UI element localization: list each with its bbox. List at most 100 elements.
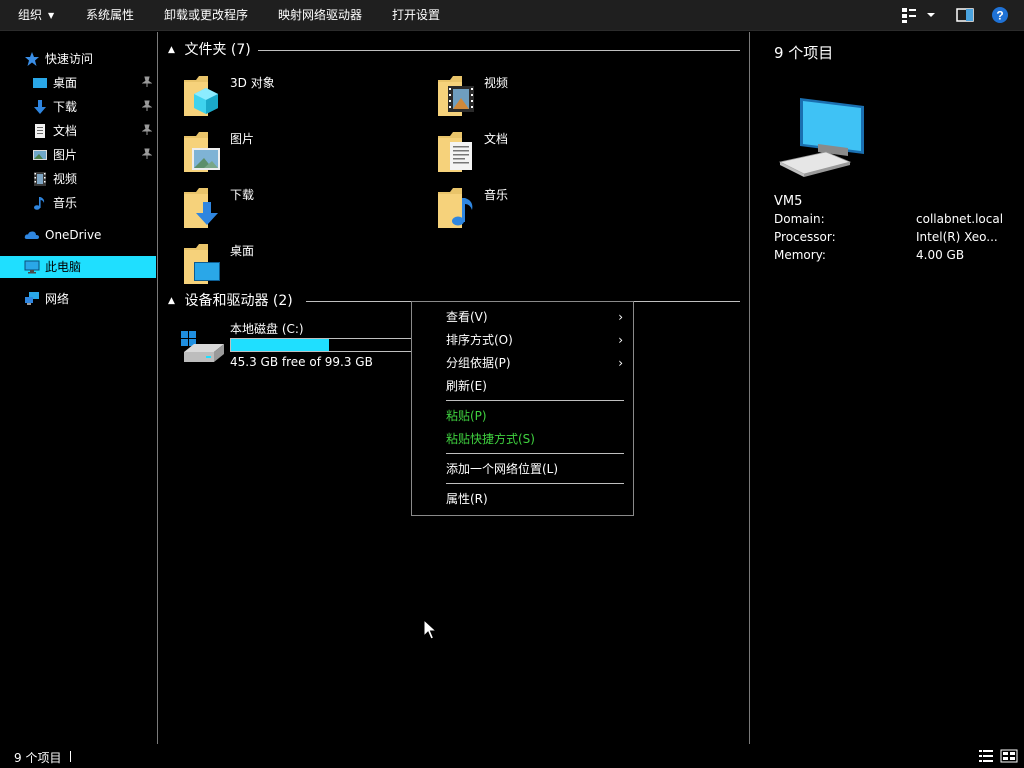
pin-icon[interactable] <box>142 124 152 136</box>
folder-label: 3D 对象 <box>230 76 275 90</box>
chevron-down-icon: ▲ <box>168 296 175 306</box>
organize-button[interactable]: 组织 ▼ <box>10 0 62 31</box>
drive-usage-fill <box>231 339 329 351</box>
nav-quick-access-label: 快速访问 <box>45 52 94 66</box>
folder-tile-downloads[interactable]: 下载 <box>160 182 410 234</box>
menu-item-paste[interactable]: 粘贴(P) <box>412 405 633 428</box>
nav-item-label: 视频 <box>53 172 78 186</box>
computer-icon <box>778 98 864 177</box>
drive-free-space: 45.3 GB free of 99.3 GB <box>230 355 373 369</box>
large-icons-view-icon[interactable] <box>1000 749 1018 763</box>
map-network-drive-button[interactable]: 映射网络驱动器 <box>270 0 370 31</box>
menu-item-paste-shortcut[interactable]: 粘贴快捷方式(S) <box>412 428 633 451</box>
menu-item-group-by[interactable]: 分组依据(P) › <box>412 352 633 375</box>
menu-item-label: 排序方式(O) <box>446 333 513 347</box>
nav-item-desktop[interactable]: 桌面 <box>32 72 156 94</box>
view-options-icon[interactable] <box>900 6 940 24</box>
details-view-icon[interactable] <box>978 749 994 763</box>
menu-item-label: 粘贴(P) <box>446 409 487 423</box>
details-key: Domain: <box>774 212 825 226</box>
details-pane: 9 个项目 VM5 Domain: collabnet.local Proces… <box>749 32 1024 744</box>
picture-icon <box>33 150 47 160</box>
pin-icon[interactable] <box>142 148 152 160</box>
details-value: 4.00 GB <box>916 248 965 262</box>
music-folder-icon <box>438 188 473 228</box>
devices-group-title: 设备和驱动器 (2) <box>184 293 293 309</box>
document-icon <box>35 124 45 138</box>
nav-item-videos[interactable]: 视频 <box>32 168 156 190</box>
preview-pane-icon[interactable] <box>955 6 975 24</box>
folder-label: 文档 <box>484 132 509 146</box>
nav-item-downloads[interactable]: 下载 <box>32 96 156 118</box>
menu-item-refresh[interactable]: 刷新(E) <box>412 375 633 398</box>
hard-drive-icon <box>181 331 224 362</box>
folder-tile-3d-objects[interactable]: 3D 对象 <box>160 70 410 122</box>
folders-group-header[interactable]: ▲ 文件夹 (7) <box>168 39 740 61</box>
chevron-right-icon: › <box>618 333 623 347</box>
folder-label: 桌面 <box>230 244 255 258</box>
nav-item-pictures[interactable]: 图片 <box>32 144 156 166</box>
menu-item-label: 分组依据(P) <box>446 356 511 370</box>
star-icon <box>25 52 39 66</box>
drive-usage-bar <box>230 338 412 352</box>
system-properties-button[interactable]: 系统属性 <box>78 0 142 31</box>
downloads-folder-icon <box>184 188 218 228</box>
chevron-right-icon: › <box>618 356 623 370</box>
menu-item-add-network-location[interactable]: 添加一个网络位置(L) <box>412 458 633 481</box>
menu-separator <box>446 453 624 454</box>
nav-onedrive-label: OneDrive <box>45 228 102 242</box>
uninstall-program-button[interactable]: 卸载或更改程序 <box>156 0 256 31</box>
3d-objects-folder-icon <box>184 76 218 116</box>
caret-down-icon: ▼ <box>48 11 55 20</box>
folder-tile-documents[interactable]: 文档 <box>414 126 664 178</box>
folder-label: 图片 <box>230 132 255 146</box>
chevron-right-icon: › <box>618 310 623 324</box>
open-settings-button[interactable]: 打开设置 <box>384 0 448 31</box>
chevron-down-icon: ▲ <box>168 45 175 55</box>
videos-folder-icon <box>438 76 474 116</box>
menu-separator <box>446 483 624 484</box>
status-separator <box>70 751 71 762</box>
download-icon <box>34 100 46 114</box>
menu-item-label: 刷新(E) <box>446 379 487 393</box>
music-icon <box>34 197 45 210</box>
nav-onedrive[interactable]: OneDrive <box>24 224 154 246</box>
nav-item-label: 桌面 <box>53 76 78 90</box>
menu-item-sort-by[interactable]: 排序方式(O) › <box>412 329 633 352</box>
cloud-icon <box>24 231 39 239</box>
help-icon[interactable]: ? <box>990 6 1010 24</box>
nav-this-pc[interactable]: 此电脑 <box>0 256 156 278</box>
status-item-count: 9 个项目 <box>14 751 62 765</box>
context-menu: 查看(V) › 排序方式(O) › 分组依据(P) › 刷新(E) 粘贴(P) … <box>411 301 634 516</box>
nav-this-pc-label: 此电脑 <box>45 260 82 274</box>
group-divider <box>258 50 740 51</box>
folder-tile-pictures[interactable]: 图片 <box>160 126 410 178</box>
menu-item-view[interactable]: 查看(V) › <box>412 306 633 329</box>
status-bar: 9 个项目 <box>0 744 1024 768</box>
folder-label: 下载 <box>230 188 255 202</box>
pin-icon[interactable] <box>142 76 152 88</box>
organize-label: 组织 <box>18 8 43 22</box>
nav-network[interactable]: 网络 <box>24 288 154 310</box>
pictures-folder-icon <box>184 132 220 172</box>
ribbon-toolbar: 组织 ▼ 系统属性 卸载或更改程序 映射网络驱动器 打开设置 ? <box>0 0 1024 31</box>
folder-tile-videos[interactable]: 视频 <box>414 70 664 122</box>
documents-folder-icon <box>438 132 472 172</box>
nav-item-documents[interactable]: 文档 <box>32 120 156 142</box>
nav-quick-access[interactable]: 快速访问 <box>24 48 154 70</box>
folder-tile-music[interactable]: 音乐 <box>414 182 664 234</box>
mouse-cursor-icon <box>423 619 437 640</box>
drive-name: 本地磁盘 (C:) <box>230 322 304 336</box>
pin-icon[interactable] <box>142 100 152 112</box>
drive-tile-c[interactable]: 本地磁盘 (C:) 45.3 GB free of 99.3 GB <box>178 320 418 372</box>
nav-item-label: 音乐 <box>53 196 78 210</box>
nav-item-music[interactable]: 音乐 <box>32 192 156 214</box>
menu-item-properties[interactable]: 属性(R) <box>412 488 633 511</box>
folder-label: 视频 <box>484 76 509 90</box>
details-item-count: 9 个项目 <box>774 44 834 62</box>
folder-tile-desktop[interactable]: 桌面 <box>160 238 410 290</box>
computer-icon <box>24 260 40 274</box>
menu-item-label: 添加一个网络位置(L) <box>446 462 559 476</box>
menu-item-label: 粘贴快捷方式(S) <box>446 432 535 446</box>
navigation-pane: 快速访问 桌面 下载 文档 图片 视频 音乐 OneDrive 此电脑 网络 <box>0 32 158 744</box>
